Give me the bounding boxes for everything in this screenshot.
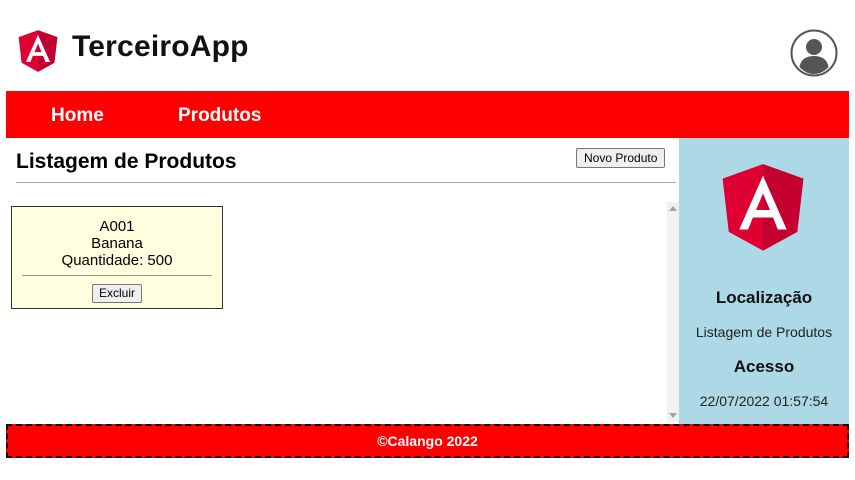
- product-code: A001: [99, 218, 135, 235]
- location-heading: Localização: [715, 288, 813, 307]
- scroll-up-icon[interactable]: [669, 206, 677, 211]
- location-value: Listagem de Produtos: [695, 324, 833, 340]
- app-header: TerceiroApp: [0, 0, 855, 90]
- main-nav: Home Produtos: [6, 91, 849, 138]
- access-timestamp: 22/07/2022 01:57:54: [699, 393, 829, 409]
- main-content: Listagem de Produtos Novo Produto A001 B…: [6, 138, 679, 424]
- new-product-button[interactable]: Novo Produto: [576, 148, 666, 168]
- sidebar: Localização Listagem de Produtos Acesso …: [679, 138, 849, 424]
- scroll-down-icon[interactable]: [669, 413, 677, 418]
- angular-logo-icon: [722, 164, 804, 251]
- page-title: Listagem de Produtos: [16, 150, 237, 173]
- product-quantity: Quantidade: 500: [61, 252, 173, 269]
- nav-item-produtos[interactable]: Produtos: [178, 105, 261, 127]
- access-heading: Acesso: [733, 357, 795, 376]
- app-title: TerceiroApp: [72, 30, 249, 63]
- content-scrollbar[interactable]: [667, 202, 679, 422]
- footer: ©Calango 2022: [6, 424, 849, 458]
- card-divider: [22, 275, 212, 276]
- product-name: Banana: [91, 235, 143, 252]
- angular-logo-icon: [18, 30, 58, 72]
- product-card: A001 Banana Quantidade: 500 Excluir: [11, 206, 223, 309]
- delete-product-button[interactable]: Excluir: [91, 284, 142, 303]
- nav-item-home[interactable]: Home: [51, 105, 104, 127]
- user-avatar-icon[interactable]: [790, 29, 838, 77]
- title-divider: [16, 182, 676, 183]
